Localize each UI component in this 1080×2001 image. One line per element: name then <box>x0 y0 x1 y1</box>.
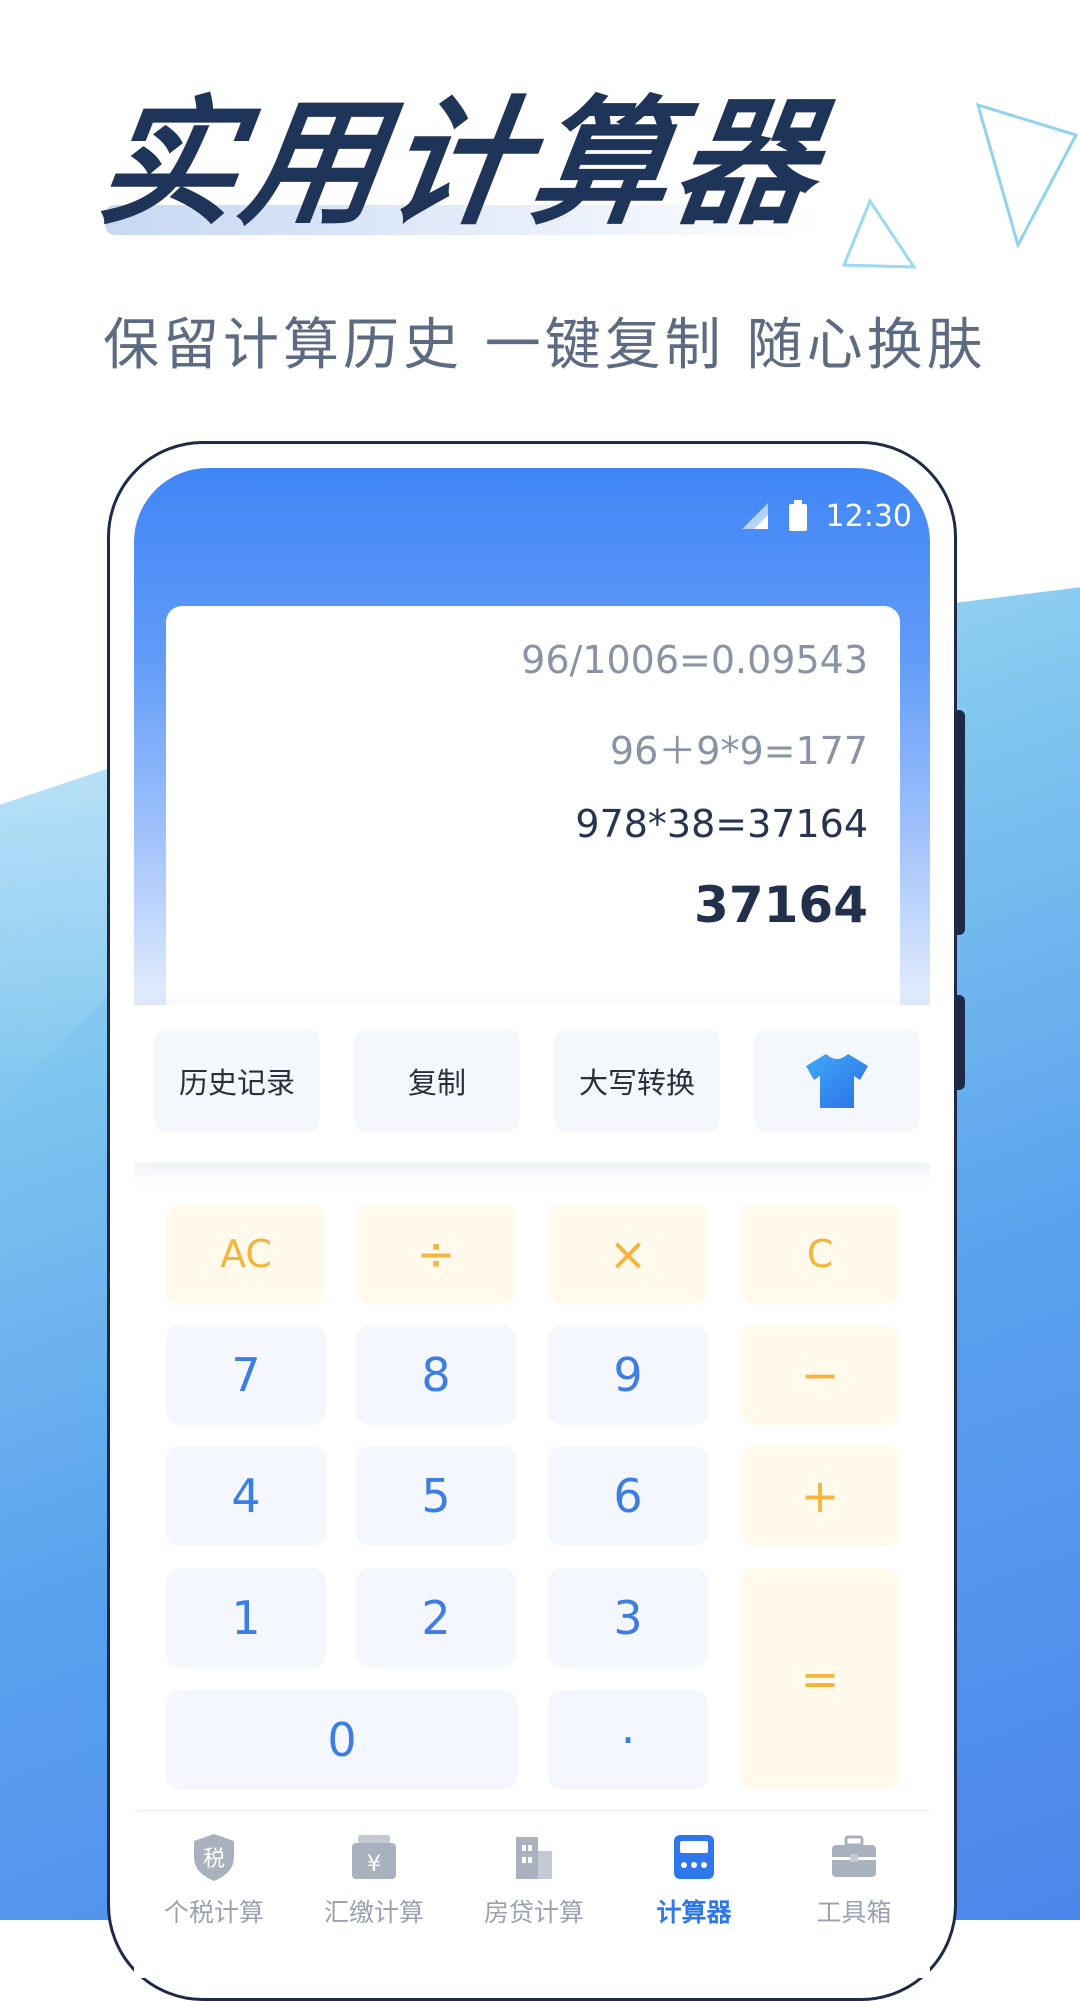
yuan-wallet-icon: ¥ <box>352 1835 396 1879</box>
decor-triangle-small <box>841 197 917 269</box>
key-0[interactable]: 0 <box>166 1690 518 1790</box>
tab-label: 工具箱 <box>816 1898 892 1927</box>
key-equals[interactable]: = <box>740 1568 900 1790</box>
toolbox-icon <box>832 1835 876 1877</box>
tab-toolbox[interactable]: 工具箱 <box>774 1811 930 1978</box>
promo-title: 实用计算器 <box>88 83 832 244</box>
key-1[interactable]: 1 <box>166 1568 326 1668</box>
key-9[interactable]: 9 <box>548 1325 708 1425</box>
promo-subtitle: 保留计算历史 一键复制 随心换肤 <box>103 313 987 378</box>
svg-text:¥: ¥ <box>367 1852 381 1877</box>
key-ac[interactable]: AC <box>166 1204 326 1304</box>
tab-calculator[interactable]: 计算器 <box>614 1811 774 1978</box>
svg-text:税: 税 <box>203 1847 225 1872</box>
key-2[interactable]: 2 <box>356 1568 516 1668</box>
tab-label: 汇缴计算 <box>323 1898 424 1927</box>
keypad: AC ÷ × C 7 8 9 − 4 5 6 + 1 2 3 = 0 · <box>134 468 930 1978</box>
phone-screen: 12:30 96/1006=0.09543 96＋9*9=177 978*38=… <box>134 468 930 1978</box>
tab-label: 计算器 <box>656 1898 732 1927</box>
key-3[interactable]: 3 <box>548 1568 708 1668</box>
key-6[interactable]: 6 <box>548 1446 708 1546</box>
key-7[interactable]: 7 <box>166 1325 326 1425</box>
building-icon <box>516 1837 552 1879</box>
key-clear[interactable]: C <box>740 1204 900 1304</box>
tax-shield-icon: 税 <box>194 1834 234 1881</box>
tab-label: 房贷计算 <box>483 1898 584 1927</box>
key-minus[interactable]: − <box>740 1325 900 1425</box>
key-4[interactable]: 4 <box>166 1446 326 1546</box>
phone-frame: 12:30 96/1006=0.09543 96＋9*9=177 978*38=… <box>107 441 957 2001</box>
key-5[interactable]: 5 <box>356 1446 516 1546</box>
decor-triangle-large <box>975 102 1079 250</box>
bottom-tab-bar: 税 个税计算 ¥ 汇缴计算 房贷计算 计算器 工具箱 <box>134 1810 930 1978</box>
key-multiply[interactable]: × <box>548 1204 708 1304</box>
key-8[interactable]: 8 <box>356 1325 516 1425</box>
key-divide[interactable]: ÷ <box>356 1204 516 1304</box>
tab-mortgage[interactable]: 房贷计算 <box>454 1811 614 1978</box>
key-plus[interactable]: + <box>740 1446 900 1546</box>
calculator-icon <box>674 1835 714 1879</box>
tab-settlement[interactable]: ¥ 汇缴计算 <box>294 1811 454 1978</box>
tab-label: 个税计算 <box>163 1898 264 1927</box>
tab-tax[interactable]: 税 个税计算 <box>134 1811 294 1978</box>
key-dot[interactable]: · <box>548 1690 708 1790</box>
